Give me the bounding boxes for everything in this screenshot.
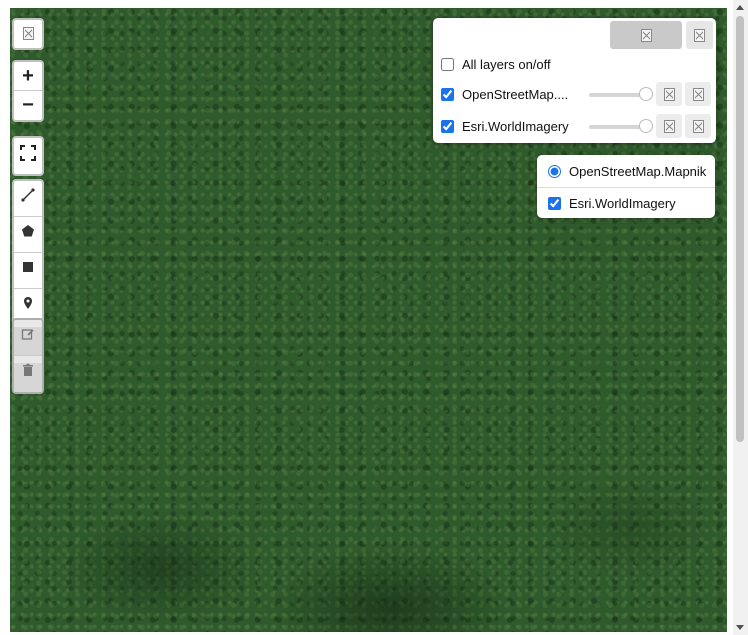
fullscreen-icon [20,145,36,161]
layer-opacity-slider[interactable] [589,87,653,101]
broken-image-icon [640,28,652,42]
overlay-checkbox-row: Esri.WorldImagery [546,193,676,213]
edit-icon [21,329,34,340]
zoom-control: + − [12,60,44,122]
overlay-label: Esri.WorldImagery [569,195,676,211]
polyline-icon [21,188,35,202]
delete-layers-button[interactable] [14,363,42,392]
layer-remove-button[interactable] [685,114,711,138]
zoom-out-button[interactable]: − [14,91,42,120]
basemap-divider [537,187,715,188]
slider-thumb[interactable] [639,119,653,133]
broken-image-icon [22,27,34,40]
trash-icon [23,363,33,376]
broken-image-icon [663,87,675,101]
layer-row: Esri.WorldImagery [439,115,569,137]
layer-label: OpenStreetMap.... [462,86,569,102]
zoom-in-button[interactable]: + [14,62,42,91]
draw-rectangle-button[interactable] [14,260,42,289]
overlay-checkbox[interactable] [548,196,561,210]
layer-opacity-slider[interactable] [589,119,653,133]
draw-polyline-button[interactable] [14,188,42,217]
all-layers-label: All layers on/off [462,56,551,72]
vertical-scrollbar[interactable] [733,0,748,635]
scroll-up-arrow[interactable] [736,5,744,10]
basemap-radio[interactable] [548,164,561,178]
fullscreen-control [12,136,44,176]
layer-panel-action-button[interactable] [610,21,682,49]
basemap-radio-label: OpenStreetMap.Mapnik [569,163,707,179]
page-frame: + − All layers on/off OpenStreetMap.... … [0,0,748,635]
broken-image-icon [692,87,704,101]
rectangle-icon [23,262,33,272]
draw-toolbar [12,179,44,327]
layer-zoom-button[interactable] [656,82,682,106]
layer-zoom-button[interactable] [656,114,682,138]
broken-image-icon [692,119,704,133]
polygon-icon [22,225,34,237]
basemap-radio-row: OpenStreetMap.Mapnik [546,161,706,181]
layer-label: Esri.WorldImagery [462,118,569,134]
fullscreen-button[interactable] [14,145,42,174]
basemap-control-panel: OpenStreetMap.Mapnik Esri.WorldImagery [537,155,715,218]
scroll-thumb[interactable] [736,16,744,442]
all-layers-checkbox[interactable] [441,57,454,71]
layer-remove-button[interactable] [685,82,711,106]
layer-checkbox[interactable] [441,87,454,101]
layer-checkbox[interactable] [441,119,454,133]
draw-polygon-button[interactable] [14,224,42,253]
marker-icon [24,297,32,309]
edit-layers-button[interactable] [14,327,42,356]
layers-toggle-button[interactable] [14,20,42,48]
layer-panel-close-button[interactable] [686,21,713,49]
all-layers-row: All layers on/off [439,53,551,75]
broken-image-icon [694,28,705,42]
scroll-down-arrow[interactable] [736,625,744,630]
edit-toolbar [12,318,44,394]
layer-row: OpenStreetMap.... [439,83,568,105]
layers-toggle-control [12,18,44,50]
layer-control-panel: All layers on/off OpenStreetMap.... Esri… [433,18,716,143]
broken-image-icon [663,119,675,133]
slider-thumb[interactable] [639,87,653,101]
